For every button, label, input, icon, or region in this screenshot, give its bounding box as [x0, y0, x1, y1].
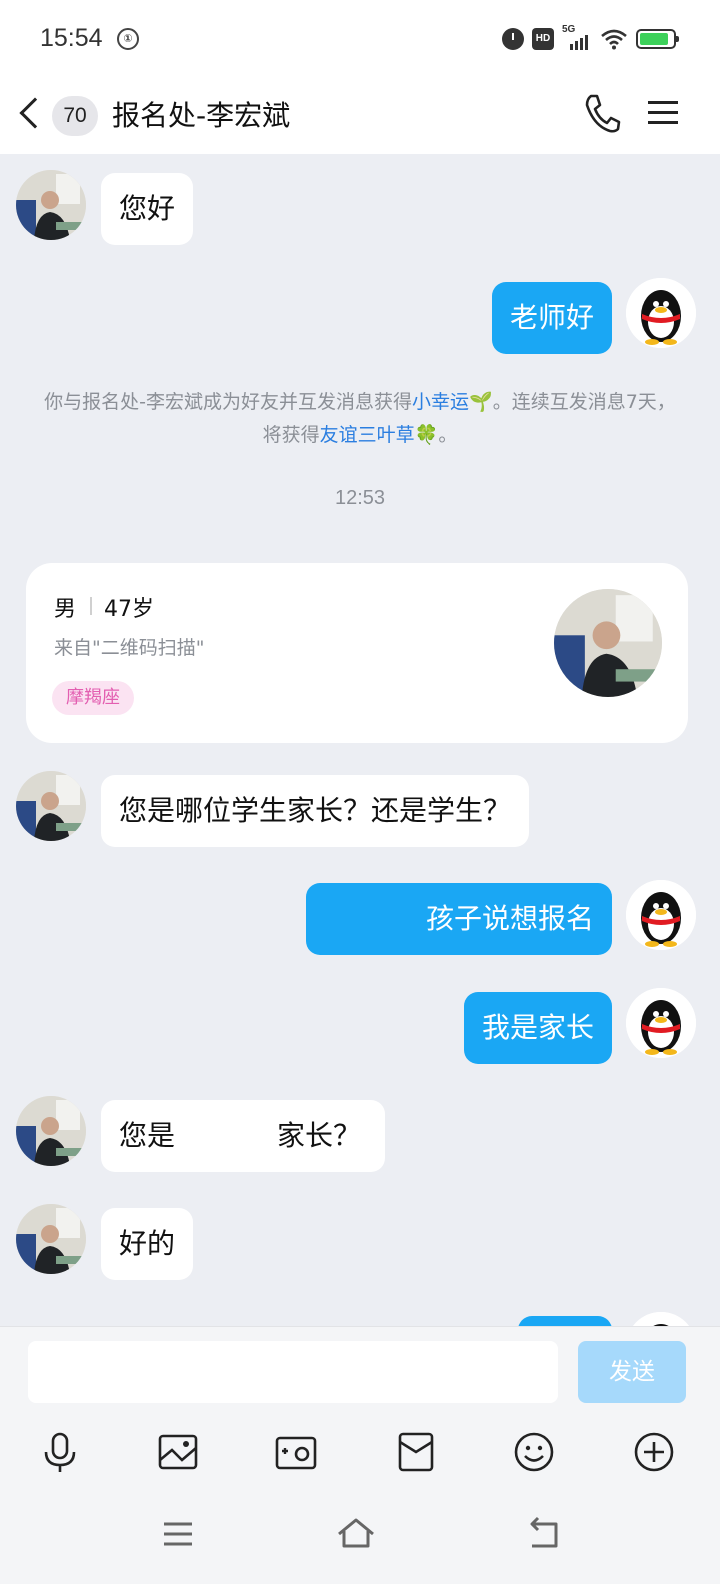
profile-gender: 男 [54, 597, 77, 622]
contact-avatar[interactable] [16, 170, 86, 240]
message-bubble-incoming[interactable]: 您是哪位学生家长？还是学生？ [101, 775, 530, 847]
message-bubble-outgoing[interactable]: 孩子说想报名 [306, 883, 612, 955]
status-time: 15:54 [40, 24, 103, 52]
back-button[interactable]: 70 [19, 92, 100, 140]
chat-toolbar [0, 1418, 720, 1488]
qq-penguin-avatar[interactable] [626, 278, 696, 348]
divider [90, 597, 92, 615]
unread-count-badge: 70 [52, 96, 98, 136]
send-button[interactable]: 发送 [578, 1341, 686, 1403]
message-bubble-incoming[interactable]: 您好 [101, 173, 194, 245]
system-nav-bar [0, 1488, 720, 1584]
profile-source: 来自"二维码扫描" [54, 637, 205, 659]
profile-age: 47岁 [104, 597, 154, 622]
camera-icon[interactable] [272, 1428, 320, 1476]
microphone-icon[interactable] [36, 1428, 84, 1476]
phone-icon[interactable] [582, 90, 622, 136]
home-icon[interactable] [332, 1510, 380, 1558]
clover-icon: 🍀 [414, 424, 439, 446]
sprout-icon: 🌱 [469, 391, 493, 413]
message-bubble-outgoing[interactable]: 老师好 [491, 282, 612, 354]
image-icon[interactable] [154, 1428, 202, 1476]
message-bubble-incoming[interactable]: 您是 家长？ [101, 1100, 385, 1172]
message-timestamp: 12:53 [334, 487, 386, 509]
link-xiaoxingyun[interactable]: 小幸运 [412, 391, 469, 413]
message-text-end: 家长？ [277, 1119, 362, 1152]
zodiac-tag: 摩羯座 [52, 681, 134, 715]
contact-avatar[interactable] [16, 1096, 86, 1166]
emoji-icon[interactable] [510, 1428, 558, 1476]
contact-profile-card[interactable]: 男 47岁 来自"二维码扫描" 摩羯座 [26, 563, 688, 743]
message-bubble-incoming[interactable]: 好的 [101, 1208, 194, 1280]
5g-signal-icon: 5G [562, 24, 592, 50]
message-input[interactable] [28, 1341, 558, 1403]
qq-penguin-avatar[interactable] [626, 1312, 696, 1326]
status-icons: HD 5G [502, 24, 679, 54]
link-friendship-clover[interactable]: 友谊三叶草 [320, 424, 415, 446]
hd-icon: HD [532, 28, 554, 50]
battery-icon [636, 29, 679, 49]
system-notice: 你与报名处-李宏斌成为好友并互发消息获得小幸运🌱。连续互发消息7天，将获得友谊三… [44, 391, 676, 446]
menu-icon[interactable] [644, 94, 682, 134]
back-chevron-icon [19, 97, 51, 129]
contact-avatar[interactable] [16, 771, 86, 841]
message-text-start: 您是 [119, 1119, 176, 1152]
wifi-icon [601, 29, 627, 50]
chat-title: 报名处-李宏斌 [112, 99, 291, 132]
message-bubble-outgoing[interactable]: 我是家长 [463, 992, 612, 1064]
qq-penguin-avatar[interactable] [626, 880, 696, 950]
back-icon[interactable] [520, 1510, 568, 1558]
alarm-icon [502, 28, 524, 50]
profile-avatar[interactable] [554, 589, 662, 697]
plus-icon[interactable] [630, 1428, 678, 1476]
recents-icon[interactable] [154, 1510, 202, 1558]
red-packet-icon[interactable] [392, 1428, 440, 1476]
message-input-bar: 发送 [0, 1326, 720, 1418]
app-notification-icon: ① [117, 28, 139, 50]
message-bubble-outgoing-partial[interactable] [518, 1316, 612, 1326]
contact-avatar[interactable] [16, 1204, 86, 1274]
status-bar: 15:54 ① HD 5G [0, 0, 720, 78]
chat-header: 70 报名处-李宏斌 [0, 78, 720, 154]
chat-message-list[interactable]: 您好 老师好 你与报名处-李宏斌成为好友并互发消息获得小幸运🌱。连续互发消息7天… [0, 154, 720, 1326]
qq-penguin-avatar[interactable] [626, 988, 696, 1058]
